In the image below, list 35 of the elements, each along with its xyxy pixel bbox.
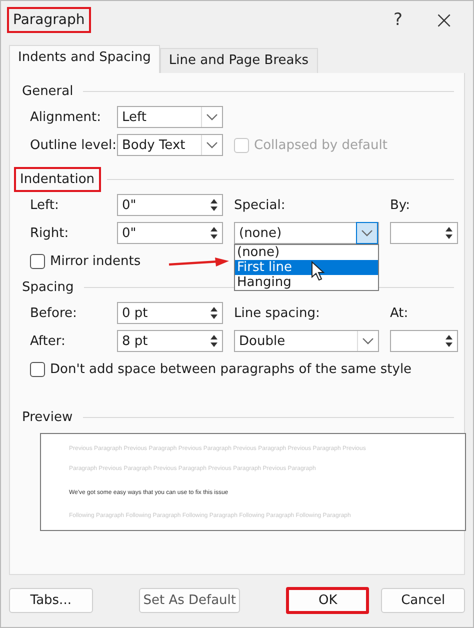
dropdown-field[interactable]: (none) <box>234 222 379 244</box>
field-label: Line spacing: <box>234 306 321 320</box>
dropdown-option[interactable]: Hanging <box>235 275 378 290</box>
dialog-button[interactable]: Tabs... <box>9 588 93 612</box>
dialog-button[interactable]: Cancel <box>381 588 466 612</box>
dropdown-option[interactable]: (none) <box>235 245 378 260</box>
spin-field[interactable]: 0 pt <box>117 302 223 324</box>
section-heading: General <box>21 82 74 100</box>
checkbox[interactable]: Mirror indents <box>30 254 141 268</box>
field-label: Before: <box>30 306 78 320</box>
field-label: Right: <box>30 226 70 240</box>
spin-field[interactable]: 0" <box>117 222 223 244</box>
field-label: Alignment: <box>30 110 102 124</box>
field-label: Outline level: <box>30 138 117 152</box>
dialog-button[interactable]: Set As Default <box>138 588 240 612</box>
spin-field[interactable]: 0" <box>117 194 223 216</box>
field-label: At: <box>390 306 410 320</box>
field-label: Left: <box>30 198 60 212</box>
field-label: After: <box>30 334 66 348</box>
dialog-button[interactable]: OK <box>286 586 370 614</box>
checkbox[interactable]: Don't add space between paragraphs of the same style <box>30 362 412 376</box>
field-label: Special: <box>234 198 286 212</box>
dropdown-field[interactable]: Left <box>117 106 223 128</box>
section-heading: Indentation <box>14 166 101 192</box>
help-button[interactable]: ? <box>375 4 421 36</box>
dropdown-field[interactable]: Body Text <box>117 134 223 156</box>
tab[interactable]: Indents and Spacing <box>9 45 160 73</box>
spin-field[interactable]: 8 pt <box>117 330 223 352</box>
section-heading: Spacing <box>21 278 75 296</box>
window-title: Paragraph <box>7 7 91 33</box>
close-button[interactable]: × <box>421 4 467 36</box>
tab[interactable]: Line and Page Breaks <box>160 48 318 73</box>
section-heading: Preview <box>21 408 74 426</box>
field-label: By: <box>390 198 412 212</box>
dropdown-field[interactable]: Double <box>234 330 379 352</box>
